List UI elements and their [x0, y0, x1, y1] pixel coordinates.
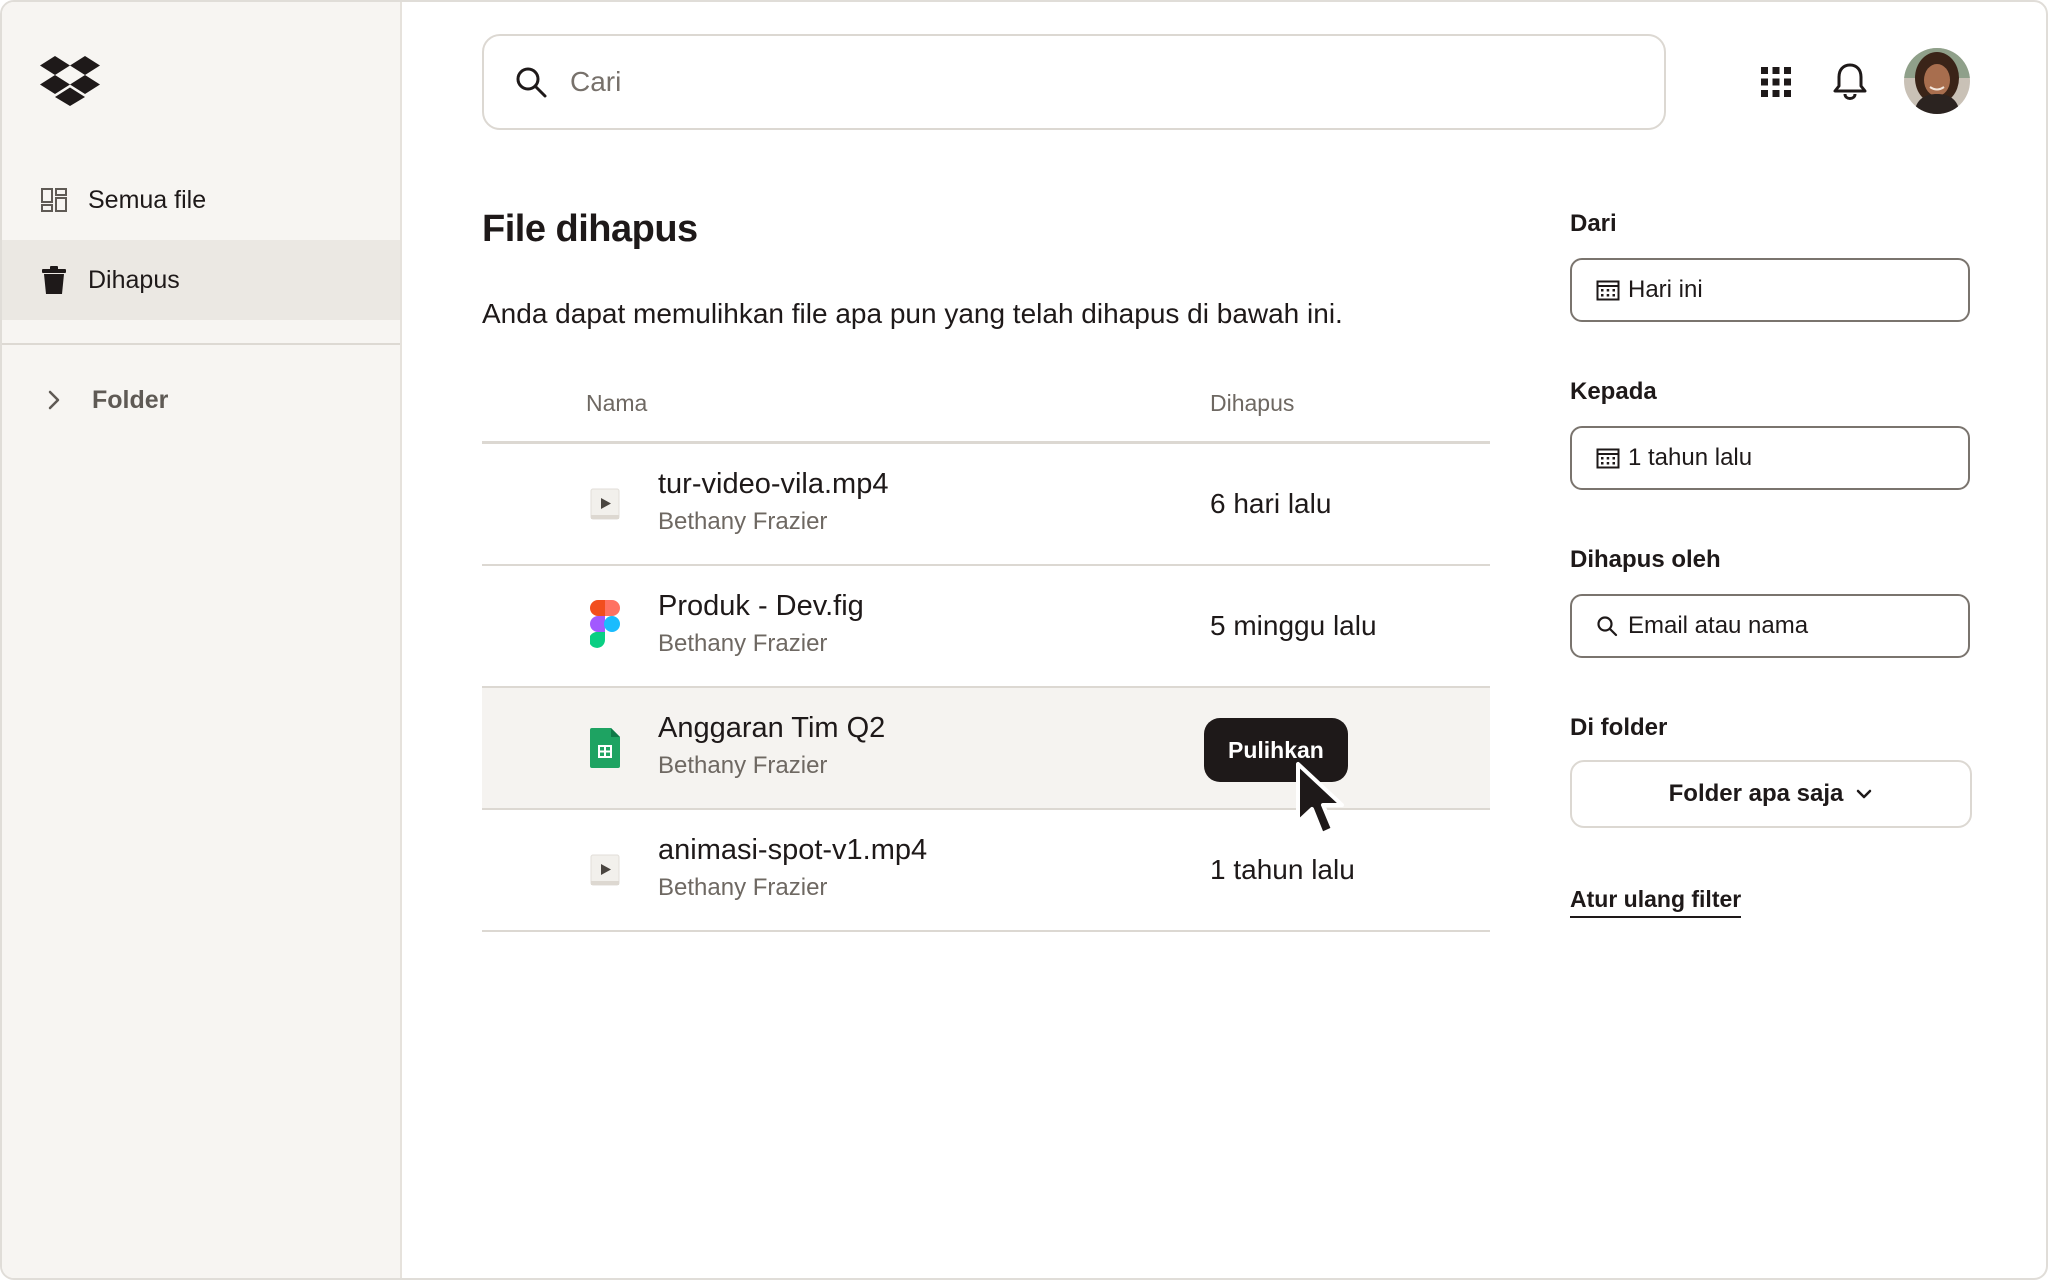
chevron-right-icon	[40, 386, 68, 414]
file-name: animasi-spot-v1.mp4	[658, 834, 928, 866]
filter-to-label: Kepada	[1570, 378, 1657, 405]
filter-folder-label: Di folder	[1570, 714, 1668, 741]
filter-deleted-by-label: Dihapus oleh	[1570, 546, 1721, 573]
file-name: Produk - Dev.fig	[658, 590, 864, 622]
calendar-icon	[1596, 278, 1620, 302]
deleted-by-input[interactable]	[1628, 612, 1948, 640]
search-input[interactable]	[570, 66, 1570, 98]
video-file-icon	[590, 854, 620, 886]
search-icon	[1596, 614, 1620, 638]
folder-select[interactable]: Folder apa saja	[1570, 760, 1972, 828]
app-grid-icon[interactable]	[1760, 66, 1792, 98]
bell-icon[interactable]	[1832, 62, 1868, 100]
column-header-deleted[interactable]: Dihapus	[1210, 390, 1294, 417]
table-row[interactable]: Anggaran Tim Q2 Bethany Frazier Pulihkan	[482, 688, 1490, 810]
deleted-time: 1 tahun lalu	[1210, 854, 1355, 885]
file-name: Anggaran Tim Q2	[658, 712, 886, 744]
date-from-field[interactable]: Hari ini	[1570, 258, 1970, 322]
avatar[interactable]	[1904, 48, 1970, 114]
trash-icon	[40, 266, 68, 294]
restore-button[interactable]: Pulihkan	[1204, 718, 1348, 782]
date-from-value: Hari ini	[1628, 276, 1703, 303]
file-name: tur-video-vila.mp4	[658, 468, 889, 500]
sidebar-item-label: Folder	[92, 385, 169, 414]
search-bar[interactable]	[482, 34, 1666, 130]
sidebar-item-deleted[interactable]: Dihapus	[2, 240, 400, 320]
folder-select-value: Folder apa saja	[1668, 780, 1844, 807]
table-row[interactable]: Produk - Dev.fig Bethany Frazier 5 mingg…	[482, 566, 1490, 688]
search-icon	[516, 67, 547, 98]
sidebar-divider	[2, 343, 400, 345]
sidebar-item-folder[interactable]: Folder	[2, 360, 400, 440]
deleted-time: 5 minggu lalu	[1210, 610, 1377, 641]
deleted-time: 6 hari lalu	[1210, 488, 1332, 519]
figma-file-icon	[590, 600, 620, 648]
deleted-by-field[interactable]	[1570, 594, 1970, 658]
sheet-file-icon	[590, 728, 620, 768]
calendar-icon	[1596, 446, 1620, 470]
date-to-value: 1 tahun lalu	[1628, 444, 1753, 471]
table-row[interactable]: animasi-spot-v1.mp4 Bethany Frazier 1 ta…	[482, 810, 1490, 932]
video-file-icon	[590, 488, 620, 520]
file-owner: Bethany Frazier	[658, 630, 828, 657]
sidebar: Semua file Dihapus Folder	[2, 2, 402, 1278]
column-header-name[interactable]: Nama	[586, 390, 647, 417]
page-title: File dihapus	[482, 208, 698, 250]
page-description: Anda dapat memulihkan file apa pun yang …	[482, 298, 1343, 329]
filter-from-label: Dari	[1570, 210, 1617, 237]
grid-files-icon	[40, 186, 68, 214]
chevron-down-icon	[1857, 789, 1872, 799]
file-owner: Bethany Frazier	[658, 508, 828, 535]
sidebar-item-all-files[interactable]: Semua file	[2, 160, 400, 240]
date-to-field[interactable]: 1 tahun lalu	[1570, 426, 1970, 490]
file-owner: Bethany Frazier	[658, 752, 828, 779]
file-owner: Bethany Frazier	[658, 874, 828, 901]
sidebar-item-label: Dihapus	[88, 265, 180, 294]
table-row[interactable]: tur-video-vila.mp4 Bethany Frazier 6 har…	[482, 444, 1490, 566]
dropbox-logo-icon[interactable]	[40, 56, 100, 106]
reset-filters-link[interactable]: Atur ulang filter	[1570, 886, 1742, 918]
app-window: Semua file Dihapus Folder Cari File diha…	[0, 0, 2048, 1280]
sidebar-item-label: Semua file	[88, 185, 207, 214]
